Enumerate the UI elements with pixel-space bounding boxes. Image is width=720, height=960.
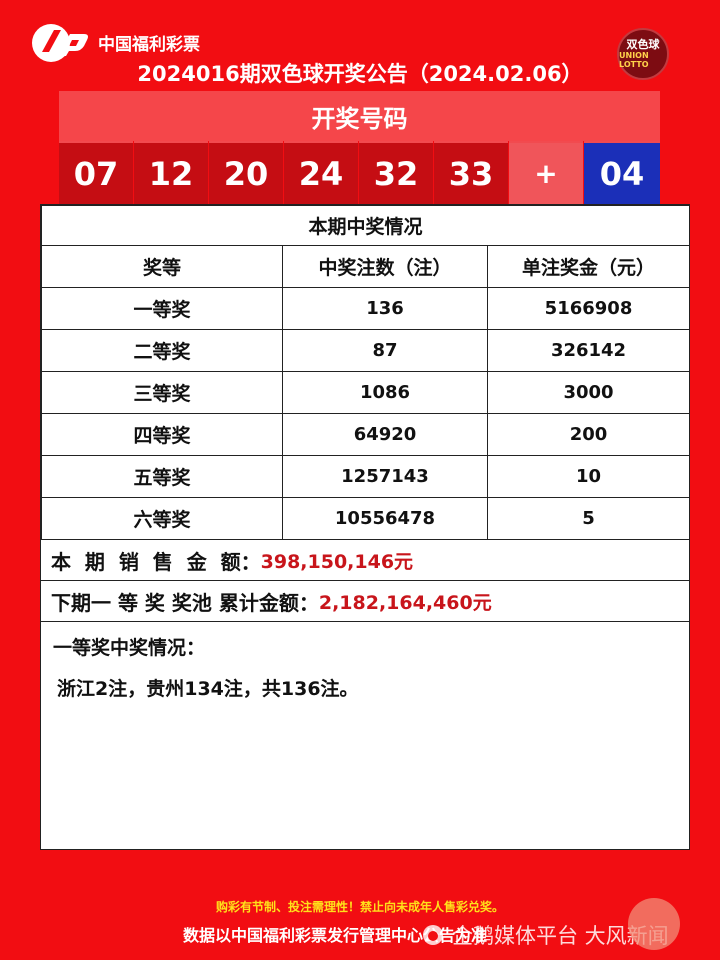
table-row: 四等奖 64920 200 [41,413,691,456]
table-row: 六等奖 10556478 5 [41,497,691,540]
red-ball: 32 [359,141,433,204]
jackpot-label: 下期一 等 奖 奖池 累计金额： [51,590,319,615]
prize-amount: 5166908 [486,287,691,330]
prize-tier: 一等奖 [41,287,283,330]
sales-value: 398,150,146元 [260,550,414,573]
table-caption-row: 本期中奖情况 [40,205,691,246]
winner-count: 136 [282,287,488,330]
union-lotto-badge: 双色球 UNION LOTTO [617,28,669,80]
red-ball: 24 [284,141,358,204]
watermark-seal-icon [628,898,680,950]
table-row: 五等奖 1257143 10 [41,455,691,498]
red-ball: 20 [209,141,283,204]
table-caption: 本期中奖情况 [40,205,691,246]
winner-count: 1086 [282,371,488,414]
table-row: 三等奖 1086 3000 [41,371,691,414]
first-prize-label: 一等奖中奖情况： [53,637,206,659]
badge-text-cn: 双色球 [626,38,660,51]
red-ball: 12 [134,141,208,204]
page-title: 2024016期双色球开奖公告（2024.02.06） [137,62,583,86]
penguin-media-icon [423,925,443,945]
prize-amount: 3000 [486,371,691,414]
prize-amount: 326142 [486,329,691,372]
jackpot-value: 2,182,164,460元 [318,591,492,614]
winner-count: 64920 [282,413,488,456]
winning-numbers: 07 12 20 24 32 33 + 04 [59,141,661,204]
prize-tier: 三等奖 [41,371,283,414]
column-header: 单注奖金（元） [486,245,691,288]
prize-amount: 10 [486,455,691,498]
prize-table: 本期中奖情况 奖等 中奖注数（注） 单注奖金（元） 一等奖 136 516690… [40,205,691,540]
winner-count: 87 [282,329,488,372]
prize-tier: 四等奖 [41,413,283,456]
table-header-row: 奖等 中奖注数（注） 单注奖金（元） [41,245,691,288]
sales-row: 本 期 销 售 金 额： 398,150,146元 [41,540,689,581]
column-header: 中奖注数（注） [282,245,488,288]
badge-text-en: UNION LOTTO [619,51,649,69]
header: 中国福利彩票 2024016期双色球开奖公告（2024.02.06） 双色球 U… [0,0,720,90]
red-ball: 07 [59,141,133,204]
prize-panel: 本期中奖情况 奖等 中奖注数（注） 单注奖金（元） 一等奖 136 516690… [40,204,691,850]
prize-tier: 六等奖 [41,497,283,540]
winner-count: 1257143 [282,455,488,498]
winner-count: 10556478 [282,497,488,540]
responsible-gaming-notice: 购彩有节制、投注需理性！禁止向未成年人售彩兑奖。 [215,900,504,914]
column-header: 奖等 [41,245,283,288]
first-prize-distribution: 浙江2注，贵州134注，共136注。 [57,678,359,700]
table-row: 二等奖 87 326142 [41,329,691,372]
prize-tier: 二等奖 [41,329,283,372]
plus-sign: + [509,141,583,204]
draw-heading: 开奖号码 [59,91,660,141]
prize-amount: 200 [486,413,691,456]
table-row: 一等奖 136 5166908 [41,287,691,330]
prize-tier: 五等奖 [41,455,283,498]
blue-ball: 04 [584,141,660,204]
prize-amount: 5 [486,497,691,540]
jackpot-row: 下期一 等 奖 奖池 累计金额： 2,182,164,460元 [41,581,689,622]
red-ball: 33 [434,141,508,204]
org-name: 中国福利彩票 [98,35,200,55]
sales-label: 本 期 销 售 金 额： [51,549,261,574]
